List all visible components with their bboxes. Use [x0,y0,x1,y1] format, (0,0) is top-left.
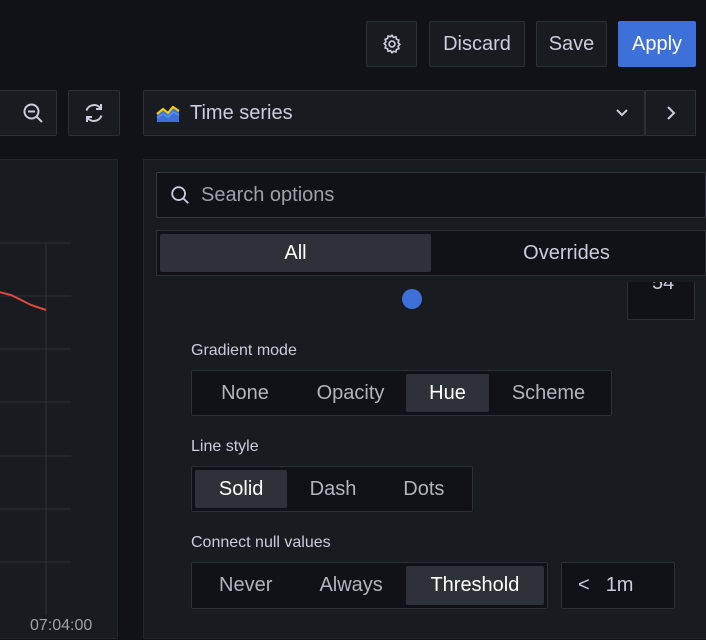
partial-number-input[interactable]: 54 [627,282,695,320]
gradient-mode-group: None Opacity Hue Scheme [191,370,612,416]
tab-all[interactable]: All [160,234,431,272]
x-axis-tick: 07:04:00 [30,617,93,634]
time-series-icon [156,105,180,122]
search-options[interactable] [156,172,706,218]
threshold-input[interactable]: < 1m [561,562,675,609]
gradient-mode-label: Gradient mode [191,342,297,359]
line-style-label: Line style [191,438,259,455]
connect-null-group: Never Always Threshold [191,562,548,609]
tab-overrides[interactable]: Overrides [431,234,702,272]
connect-null-option-threshold[interactable]: Threshold [405,566,544,605]
connect-null-label: Connect null values [191,534,331,551]
discard-button[interactable]: Discard [429,21,525,67]
line-style-option-dots[interactable]: Dots [379,470,469,508]
zoom-out-icon [23,103,43,123]
visualization-picker[interactable]: Time series [143,90,645,136]
search-icon [171,186,189,204]
line-style-group: Solid Dash Dots [191,466,473,512]
save-button[interactable]: Save [536,21,607,67]
line-style-option-solid[interactable]: Solid [195,470,288,508]
visualization-name: Time series [190,101,293,124]
series-line [0,291,47,311]
gradient-option-hue[interactable]: Hue [406,374,489,412]
graph-panel [0,159,118,639]
connect-null-option-never[interactable]: Never [195,566,296,605]
search-input[interactable] [199,182,679,208]
gear-icon [382,34,401,54]
chevron-down-icon [616,109,628,117]
graph-canvas [0,242,71,615]
connect-null-option-always[interactable]: Always [296,566,405,605]
refresh-icon [85,104,103,122]
viz-next-button[interactable] [645,90,696,136]
gradient-option-none[interactable]: None [195,374,295,412]
options-tabs: All Overrides [156,230,706,276]
refresh-button[interactable] [68,90,120,136]
partial-number-value: 54 [652,282,675,294]
settings-button[interactable] [366,21,417,67]
zoom-out-button[interactable] [0,90,57,136]
gradient-option-scheme[interactable]: Scheme [489,374,608,412]
threshold-operator: < [578,574,590,596]
gradient-option-opacity[interactable]: Opacity [295,374,406,412]
threshold-value: 1m [605,574,634,596]
slider-thumb[interactable] [402,289,422,309]
line-style-option-dash[interactable]: Dash [287,470,378,508]
chevron-right-icon [666,106,675,120]
apply-button[interactable]: Apply [618,21,696,67]
